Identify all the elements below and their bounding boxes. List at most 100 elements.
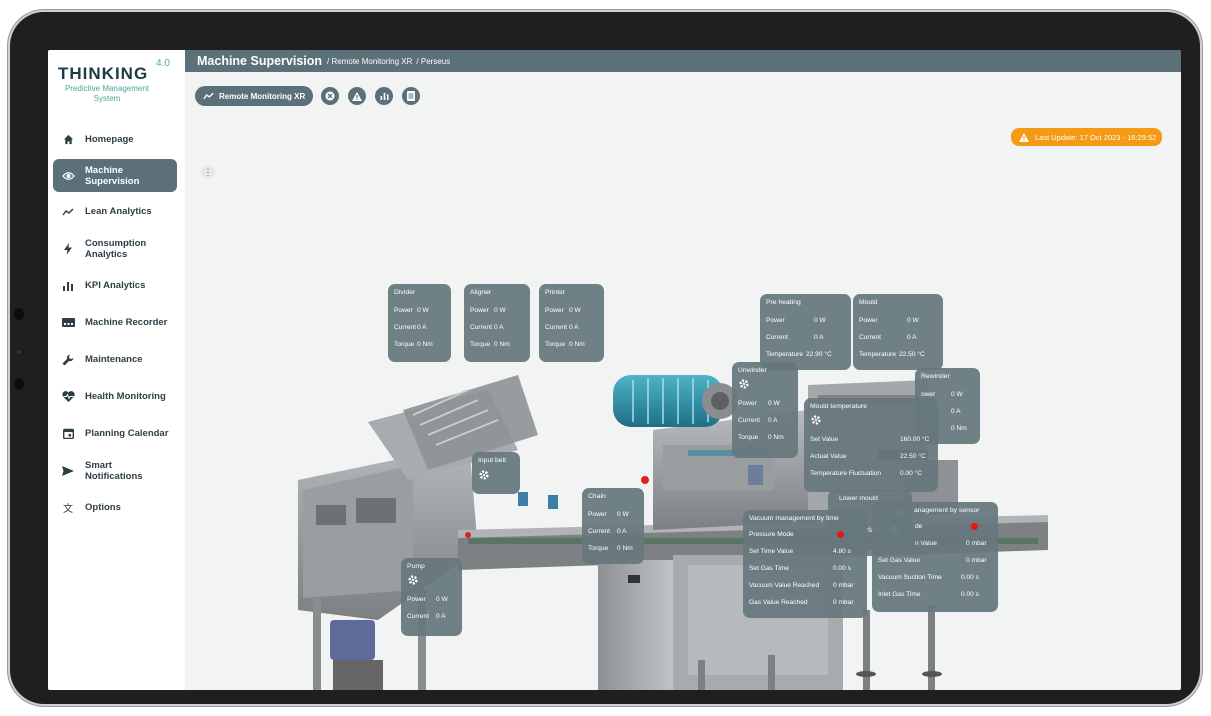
power-value: 0 W [494, 307, 506, 314]
sidebar-item-planning-calendar[interactable]: Planning Calendar [53, 416, 177, 451]
camera-dot [14, 378, 24, 390]
remote-monitoring-xr-button[interactable]: Remote Monitoring XR [195, 86, 314, 106]
panel-title: Mould temperature [810, 403, 868, 410]
gear-icon[interactable] [479, 470, 489, 480]
sidebar-item-smart-notifications[interactable]: Smart Notifications [53, 453, 177, 488]
panel-mould[interactable]: Mould Power 0 W Current 0 A Temperature 22.… [853, 294, 943, 370]
set-gas-time: 0.00 s [833, 565, 851, 572]
recorder-icon [61, 316, 75, 330]
sidebar-item-homepage[interactable]: Homepage [53, 122, 177, 157]
panel-aligner[interactable]: Aligner Power 0 W Current 0 A Torque 0 Nm [464, 284, 530, 362]
torque-value: 0 Nm [768, 434, 784, 441]
sidebar-item-options[interactable]: 文 Options [53, 490, 177, 525]
row-label: Vacuum Value Reached [749, 582, 820, 589]
row-label: Current [738, 417, 760, 424]
gear-icon[interactable] [739, 379, 749, 389]
row-label: Current [470, 324, 492, 331]
breadcrumb-perseus[interactable]: / Perseus [416, 57, 450, 66]
panel-title: Chain [588, 493, 606, 500]
panel-title: Rewinder [921, 373, 950, 380]
more-options-button[interactable]: ⋮ [201, 165, 215, 179]
power-value: 0 W [417, 307, 429, 314]
chart-button[interactable] [375, 87, 394, 105]
sidebar-item-machine-supervision[interactable]: Machine Supervision [53, 159, 177, 192]
row-label: Power [470, 307, 489, 314]
panel-title: Input belt [478, 457, 506, 464]
panel-pump[interactable]: Pump Power 0 W Current 0 A [401, 558, 462, 636]
row-label: Power [766, 317, 785, 324]
sidebar-item-maintenance[interactable]: Maintenance [53, 342, 177, 377]
close-circle-icon [325, 91, 335, 101]
logo-version: 4.0 [156, 58, 170, 69]
sidebar-item-kpi-analytics[interactable]: KPI Analytics [53, 268, 177, 303]
panel-vacuum-by-sensor[interactable]: anagement by sensor de n Value 0 mbar Set… [872, 502, 998, 612]
temperature-value: 22.90 °C [806, 351, 832, 358]
inlet-gas-time: 0.00 s [961, 591, 979, 598]
power-value: 0 W [768, 400, 780, 407]
camera-dot [14, 308, 24, 320]
sidebar-item-label: Smart Notifications [85, 459, 143, 482]
current-value: 0 A [617, 528, 627, 535]
panel-unwinder[interactable]: Unwinder Power 0 W Current 0 A Torque 0 Nm [732, 362, 798, 458]
power-value: 0 W [814, 317, 826, 324]
row-label: Current [588, 528, 610, 535]
power-value: 0 W [907, 317, 919, 324]
row-label: Set Gas Value [878, 557, 921, 564]
gear-icon[interactable] [811, 415, 821, 425]
panel-printer[interactable]: Printer Power 0 W Current 0 A Torque 0 Nm [539, 284, 604, 362]
trend-icon [61, 205, 75, 219]
suction-time: 0.00 s [961, 574, 979, 581]
logo[interactable]: THINKING 4.0 Predictive Management Syste… [58, 58, 178, 104]
sidebar-item-label: Machine Recorder [85, 317, 168, 328]
panel-title: Mould [859, 299, 878, 306]
row-label: n Value [915, 540, 937, 547]
row-label: Set Value [810, 436, 839, 443]
page-title: Machine Supervision [197, 54, 323, 68]
panel-input-belt[interactable]: Input belt [472, 452, 520, 494]
heart-pulse-icon [61, 390, 75, 404]
panel-chain[interactable]: Chain Power 0 W Current 0 A Torque 0 Nm [582, 488, 644, 564]
row-label: ower [921, 391, 936, 398]
current-value: 0 A [907, 334, 917, 341]
row-label: Current [766, 334, 788, 341]
current-value: 0 A [494, 324, 504, 331]
panel-divider[interactable]: Divider Power 0 W Current 0 A Torque 0 Nm [388, 284, 451, 362]
sidebar-item-machine-recorder[interactable]: Machine Recorder [53, 305, 177, 340]
remote-monitoring-xr-label: Remote Monitoring XR [219, 91, 306, 101]
row-label: Torque [470, 341, 491, 348]
page-header: Machine Supervision / Remote Monitoring … [185, 50, 1181, 72]
breadcrumb-remote-monitoring[interactable]: / Remote Monitoring XR [327, 57, 412, 66]
sidebar-item-consumption-analytics[interactable]: Consumption Analytics [53, 231, 177, 266]
panel-mould-temperature[interactable]: Mould temperature Set Value 160.00 °C Act… [804, 398, 938, 492]
screen: THINKING 4.0 Predictive Management Syste… [48, 50, 1181, 690]
sidebar-item-lean-analytics[interactable]: Lean Analytics [53, 194, 177, 229]
row-label: Power [407, 596, 426, 603]
vacuum-reached: 0 mbar [833, 582, 854, 589]
current-value: 0 A [951, 408, 961, 415]
document-button[interactable] [402, 87, 421, 105]
row-label: Power [738, 400, 757, 407]
last-update-badge: Last Update: 17 Oct 2023 - 16:29:52 [1011, 128, 1163, 146]
set-time-value: 4.80 s [833, 548, 851, 555]
sidebar-nav: Homepage Machine Supervision Lean Analyt… [53, 122, 177, 527]
machine-3d-view[interactable] [48, 50, 1181, 690]
row-label: Current [859, 334, 881, 341]
gear-icon[interactable] [408, 575, 418, 585]
close-circle-button[interactable] [321, 87, 340, 105]
sidebar-item-health-monitoring[interactable]: Health Monitoring [53, 379, 177, 414]
panel-pre-heating[interactable]: Pre heating Power 0 W Current 0 A Temperat… [760, 294, 851, 370]
row-label: Inlet Gas Time [878, 591, 921, 598]
row-label: Set Time Value [749, 548, 794, 555]
last-update-text: Last Update: 17 Oct 2023 - 16:29:52 [1035, 132, 1157, 142]
warning-button[interactable] [348, 87, 367, 105]
panel-vacuum-by-time[interactable]: Vacuum management by time Pressure Mode … [743, 510, 867, 618]
sensor-dot [17, 350, 21, 354]
panel-title: Pump [407, 563, 425, 570]
sidebar-item-label: Machine Supervision [85, 164, 140, 187]
torque-value: 0 Nm [569, 341, 585, 348]
bar-chart-icon [61, 279, 75, 293]
torque-value: 0 Nm [417, 341, 433, 348]
tablet-frame: THINKING 4.0 Predictive Management Syste… [10, 12, 1200, 704]
torque-value: 0 Nm [951, 425, 967, 432]
sidebar-item-label: Homepage [85, 134, 134, 145]
